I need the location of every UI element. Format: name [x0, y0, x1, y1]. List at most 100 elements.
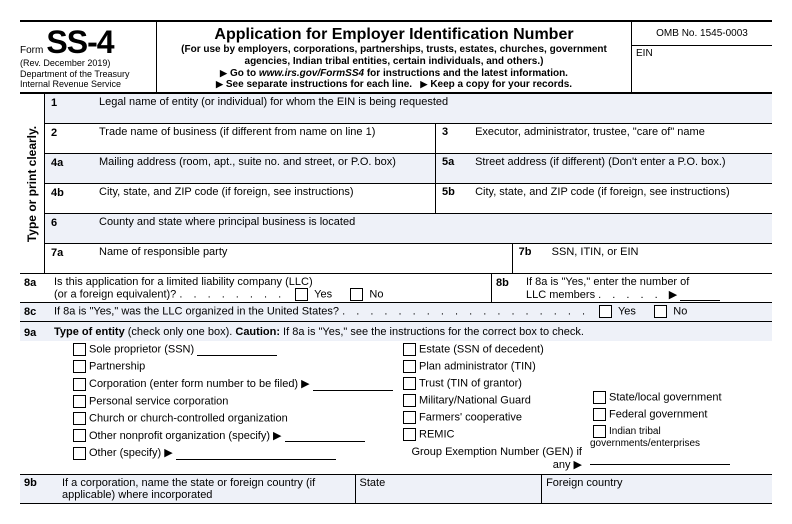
line-9b: 9b If a corporation, name the state or f…	[20, 475, 772, 504]
revision-date: (Rev. December 2019)	[20, 58, 150, 68]
line-5b-num: 5b	[436, 186, 472, 198]
line-5a-num: 5a	[436, 156, 472, 168]
line-2-label: Trade name of business (if different fro…	[99, 124, 436, 153]
form-number: SS-4	[46, 24, 113, 60]
line-7b-num: 7b	[513, 246, 549, 258]
line-8a-num: 8a	[20, 274, 54, 302]
opt-psc: Personal service corporation	[89, 395, 228, 407]
line-9b-foreign-label: Foreign country	[541, 475, 772, 503]
no-label: No	[369, 288, 383, 300]
checkbox-church[interactable]	[73, 412, 86, 425]
line-5b-label: City, state, and ZIP code (if foreign, s…	[475, 186, 730, 198]
checkbox-8a-no[interactable]	[350, 288, 363, 301]
line-9b-text1: If a corporation, name the state or fore…	[62, 477, 315, 489]
line-7b-label: SSN, ITIN, or EIN	[552, 246, 639, 258]
yes-label: Yes	[314, 288, 332, 300]
opt-federal: Federal government	[609, 408, 707, 420]
checkbox-estate[interactable]	[403, 343, 416, 356]
line-2-num: 2	[45, 124, 99, 153]
arrow-icon: ▶	[301, 378, 309, 390]
line-8a-text1: Is this application for a limited liabil…	[54, 276, 313, 288]
see-text: See separate instructions for each line.	[226, 79, 412, 90]
checkbox-trust[interactable]	[403, 377, 416, 390]
checkbox-military[interactable]	[403, 394, 416, 407]
line-6-num: 6	[45, 214, 99, 243]
opt-nonprofit: Other nonprofit organization (specify)	[89, 430, 270, 442]
line-8a-8b: 8a Is this application for a limited lia…	[20, 274, 772, 303]
line-1-label: Legal name of entity (or individual) for…	[99, 94, 452, 123]
input-nonprofit[interactable]	[285, 430, 365, 442]
line-3: 3 Executor, administrator, trustee, "car…	[436, 124, 772, 153]
checkbox-plan-admin[interactable]	[403, 360, 416, 373]
input-corp-form[interactable]	[313, 379, 393, 391]
dots: . . . . . . . . . . . . . . . . . .	[342, 305, 596, 317]
checkbox-8c-yes[interactable]	[599, 305, 612, 318]
header-left: Form SS-4 (Rev. December 2019) Departmen…	[20, 22, 157, 92]
line-4b-num: 4b	[45, 184, 99, 213]
opt-remic: REMIC	[419, 428, 454, 440]
checkbox-farmers[interactable]	[403, 411, 416, 424]
line-8a-text2: (or a foreign equivalent)?	[54, 288, 176, 300]
form-body: Type or print clearly. 1 Legal name of e…	[20, 94, 772, 274]
entity-col-3: State/local government Federal governmen…	[590, 342, 772, 473]
header-right: OMB No. 1545-0003 EIN	[631, 22, 772, 92]
entity-col-1: Sole proprietor (SSN) Partnership Corpor…	[70, 342, 400, 473]
line-9a-num: 9a	[20, 324, 54, 339]
checkbox-remic[interactable]	[403, 428, 416, 441]
input-gen[interactable]	[590, 453, 730, 465]
form-title: Application for Employer Identification …	[163, 26, 625, 44]
line-8c-text: If 8a is "Yes," was the LLC organized in…	[54, 305, 339, 317]
line-8c-num: 8c	[20, 303, 54, 321]
line-9a-head2: (check only one box).	[125, 326, 236, 338]
arrow-icon: ▶	[574, 459, 582, 471]
line-3-num: 3	[436, 126, 472, 138]
checkbox-tribal[interactable]	[593, 425, 606, 438]
input-other[interactable]	[176, 448, 336, 460]
checkbox-nonprofit[interactable]	[73, 429, 86, 442]
form-word: Form	[20, 45, 43, 56]
arrow-icon: ▶	[273, 430, 281, 442]
opt-estate: Estate (SSN of decedent)	[419, 343, 544, 355]
line-9b-text2: applicable) where incorporated	[62, 489, 212, 501]
checkbox-psc[interactable]	[73, 395, 86, 408]
line-8b-text2: LLC members	[526, 289, 595, 301]
line-7b: 7b SSN, ITIN, or EIN	[513, 244, 772, 273]
dots: . . . . . . . .	[179, 288, 292, 300]
goto-line: Go to www.irs.gov/FormSS4 for instructio…	[163, 68, 625, 79]
checkbox-state-local[interactable]	[593, 391, 606, 404]
line-5b: 5b City, state, and ZIP code (if foreign…	[436, 184, 772, 213]
opt-sole-prop: Sole proprietor (SSN)	[89, 343, 194, 355]
line-8b-text1: If 8a is "Yes," enter the number of	[526, 276, 689, 288]
input-8b[interactable]	[680, 289, 720, 301]
line-4a-label: Mailing address (room, apt., suite no. a…	[99, 154, 436, 183]
line-4b-label: City, state, and ZIP code (if foreign, s…	[99, 184, 436, 213]
sidebar: Type or print clearly.	[20, 94, 45, 274]
checkbox-8a-yes[interactable]	[295, 288, 308, 301]
yes-label: Yes	[618, 305, 636, 317]
line-1: 1 Legal name of entity (or individual) f…	[45, 94, 772, 124]
arrow-icon: ▶	[164, 447, 172, 459]
no-label: No	[673, 305, 687, 317]
checkbox-other[interactable]	[73, 447, 86, 460]
goto-pre: Go to	[230, 68, 259, 79]
goto-post: for instructions and the latest informat…	[364, 68, 568, 79]
line-9b-num: 9b	[20, 475, 58, 503]
line-9a: 9a Type of entity (check only one box). …	[20, 322, 772, 475]
opt-tribal: Indian tribal governments/enterprises	[590, 426, 700, 449]
gen-row: Group Exemption Number (GEN) if any ▶	[400, 444, 590, 473]
line-1-num: 1	[45, 94, 99, 123]
checkbox-8c-no[interactable]	[654, 305, 667, 318]
line-7: 7a Name of responsible party 7b SSN, ITI…	[45, 244, 772, 274]
checkbox-sole-prop[interactable]	[73, 343, 86, 356]
input-ssn[interactable]	[197, 344, 277, 356]
form-header: Form SS-4 (Rev. December 2019) Departmen…	[20, 22, 772, 94]
line-5a: 5a Street address (if different) (Don't …	[436, 154, 772, 183]
opt-corporation: Corporation (enter form number to be fil…	[89, 378, 298, 390]
checkbox-corporation[interactable]	[73, 378, 86, 391]
checkbox-federal[interactable]	[593, 408, 606, 421]
checkbox-partnership[interactable]	[73, 360, 86, 373]
keep-text: Keep a copy for your records.	[430, 79, 572, 90]
opt-state-local: State/local government	[609, 391, 722, 403]
form-subtitle: (For use by employers, corporations, par…	[163, 44, 625, 68]
dept-line2: Internal Revenue Service	[20, 79, 121, 89]
